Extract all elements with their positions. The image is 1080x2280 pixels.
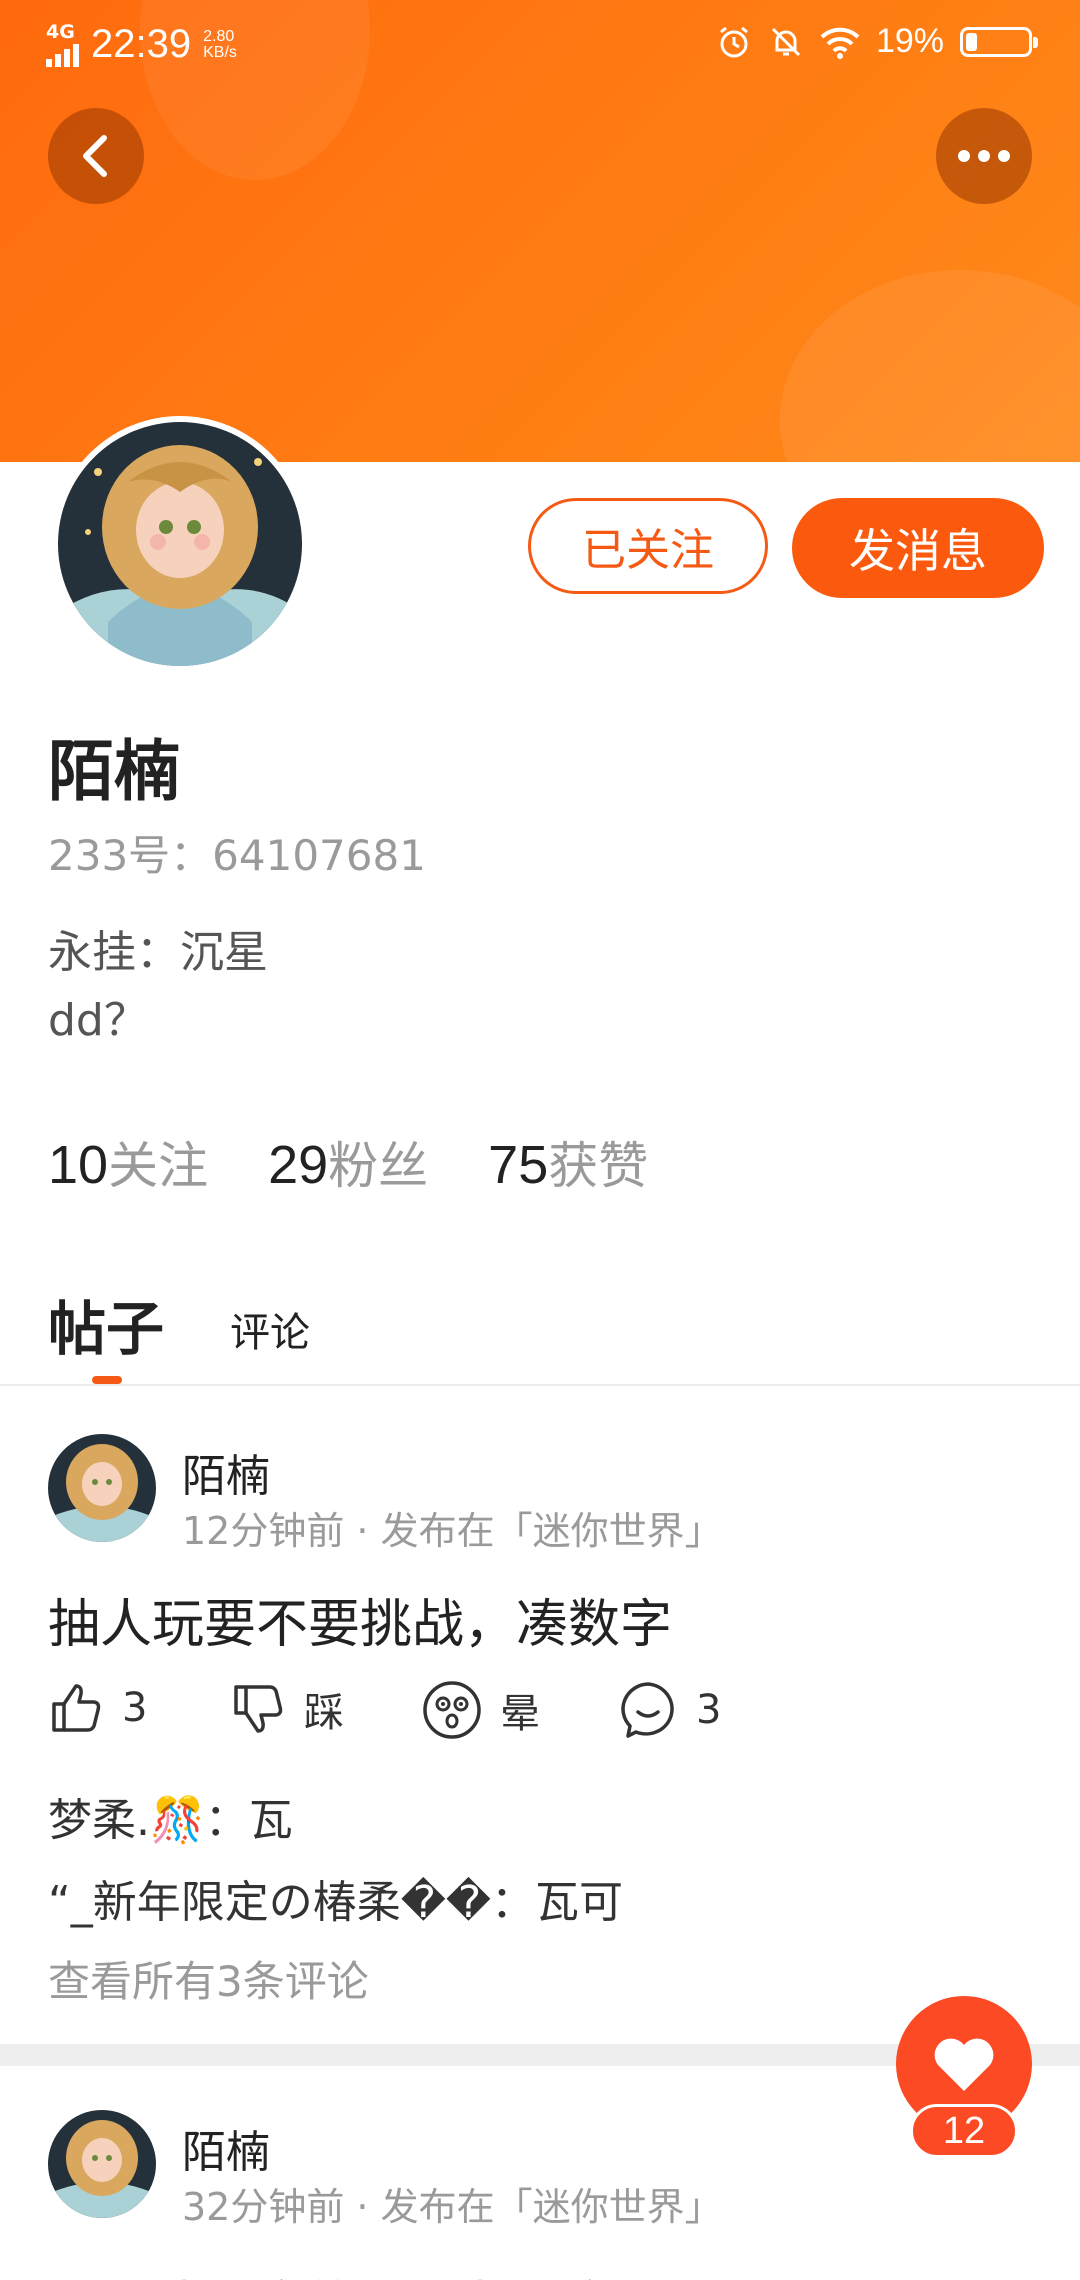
comment-count: 3 [696,1687,722,1733]
send-message-button[interactable]: 发消息 [792,498,1044,598]
profile-stats: 10 关注 29 粉丝 75 获赞 [48,1126,648,1198]
post-author-avatar[interactable] [48,1434,156,1542]
tab-active-indicator [92,1376,122,1384]
floating-like-count: 12 [910,2104,1018,2158]
network-speed: 2.80 KB/s [203,27,237,61]
stat-label: 粉丝 [328,1137,429,1195]
stat-number: 10 [48,1135,109,1195]
stat-number: 75 [488,1135,549,1195]
comment-preview[interactable]: “_新年限定の椿柔��：瓦可 [48,1866,623,1930]
stat-followers[interactable]: 29 粉丝 [268,1126,428,1198]
banner-decoration [780,270,1080,462]
network-type: 4G [46,20,75,43]
wifi-icon [820,27,860,59]
followed-button[interactable]: 已关注 [528,498,768,594]
post-title[interactable]: 我想建个家族，求帮取名 [48,2264,620,2280]
post-author-name[interactable]: 陌楠 [182,2116,270,2180]
stat-label: 获赞 [548,1137,649,1195]
dislike-button[interactable]: 踩 [230,1680,344,1738]
profile-bio-line: dd？ [48,995,148,1046]
dislike-label: 踩 [304,1690,344,1736]
comment-preview[interactable]: 梦柔.🎊：瓦 [48,1784,293,1848]
chevron-left-icon [83,135,107,177]
battery-percent: 19% [875,22,944,60]
battery-icon [960,26,1038,57]
status-bar: 4G 22:39 2.80 KB/s 19% [0,0,1080,84]
avatar-illustration [58,422,302,666]
status-time: 22:39 [91,22,192,66]
profile-tabs: 帖子 评论 [0,1272,1080,1386]
stat-label: 关注 [108,1137,209,1195]
alarm-icon [720,26,748,57]
back-button[interactable] [48,108,144,204]
dizzy-face-icon [423,1681,481,1739]
like-button[interactable]: 3 [48,1680,147,1736]
view-all-comments-link[interactable]: 查看所有3条评论 [48,1948,369,2009]
post-title[interactable]: 抽人玩要不要挑战，凑数字 [48,1582,672,1657]
post-card[interactable]: 陌楠 12分钟前 · 发布在「迷你世界」 抽人玩要不要挑战，凑数字 3 踩 晕 … [0,1388,1080,2048]
post-meta: 12分钟前 · 发布在「迷你世界」 [182,1509,723,1553]
profile-name: 陌楠 [48,733,180,810]
tab-posts[interactable]: 帖子 [48,1282,164,1366]
avatar-illustration [48,1434,156,1542]
comment-button[interactable]: 3 [618,1680,721,1740]
post-meta: 32分钟前 · 发布在「迷你世界」 [182,2185,723,2229]
avatar-illustration [48,2110,156,2218]
thumbs-up-icon [52,1684,101,1732]
more-dots-icon [958,150,1010,162]
dizzy-label: 晕 [500,1691,540,1737]
bell-muted-icon [771,27,800,56]
speed-value: 2.80 [203,27,235,45]
profile-uid: 233号：64107681 [48,831,426,880]
thumbs-down-icon [234,1685,283,1733]
stat-likes[interactable]: 75 获赞 [488,1126,648,1198]
dizzy-button[interactable]: 晕 [422,1680,540,1740]
tab-comments[interactable]: 评论 [230,1300,310,1358]
stat-following[interactable]: 10 关注 [48,1126,208,1198]
post-author-name[interactable]: 陌楠 [182,1440,270,1504]
post-actions: 3 踩 晕 3 [48,1680,1048,1760]
heart-icon [934,2038,994,2091]
stat-number: 29 [268,1135,329,1195]
signal-icon: 4G [46,20,79,67]
more-options-button[interactable] [936,108,1032,204]
profile-avatar[interactable] [52,416,308,672]
comment-bubble-icon [621,1682,674,1738]
speed-unit: KB/s [203,43,237,61]
like-count: 3 [122,1685,148,1731]
post-author-avatar[interactable] [48,2110,156,2218]
profile-bio-line: 永挂：沉星 [48,927,268,978]
